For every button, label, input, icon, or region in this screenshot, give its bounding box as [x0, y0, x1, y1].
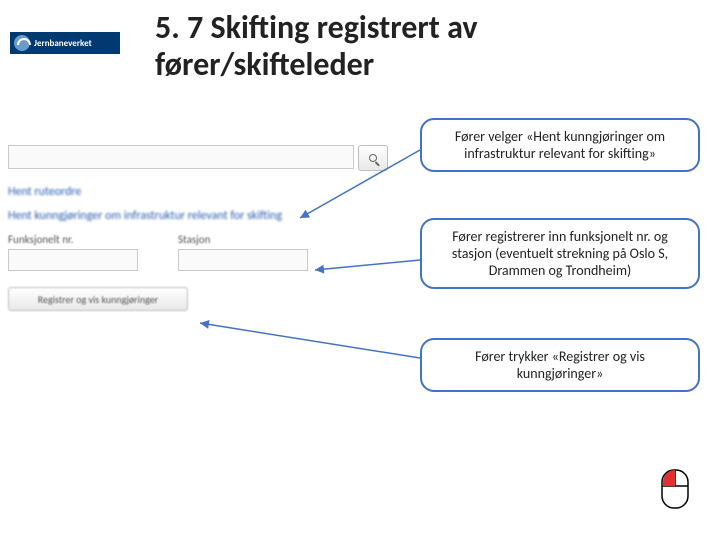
mouse-icon: [660, 468, 690, 510]
brand-logo: Jernbaneverket: [10, 32, 120, 54]
callout-text: Fører velger «Hent kunngjøringer om infr…: [455, 128, 665, 162]
page-title: 5. 7 Skifting registrert av fører/skifte…: [155, 10, 575, 84]
field-label-stasjon: Stasjon: [178, 233, 308, 246]
logo-text: Jernbaneverket: [34, 38, 92, 49]
funksjonelt-input[interactable]: [8, 249, 138, 271]
callout-text: Fører trykker «Registrer og vis kunngjør…: [475, 348, 645, 382]
logo-mark-icon: [14, 35, 30, 51]
field-label-funksjonelt: Funksjonelt nr.: [8, 233, 138, 246]
register-button-label: Registrer og vis kunngjøringer: [38, 293, 158, 306]
callout-step-1: Fører velger «Hent kunngjøringer om infr…: [420, 118, 700, 172]
arrow-icon: [195, 318, 425, 368]
register-button[interactable]: Registrer og vis kunngjøringer: [8, 287, 188, 311]
stasjon-input[interactable]: [178, 249, 308, 271]
callout-step-3: Fører trykker «Registrer og vis kunngjør…: [420, 338, 700, 392]
callout-step-2: Fører registrerer inn funksjonelt nr. og…: [420, 218, 700, 289]
arrow-icon: [310, 255, 430, 275]
arrow-icon: [295, 150, 435, 230]
callout-text: Fører registrerer inn funksjonelt nr. og…: [452, 228, 668, 279]
